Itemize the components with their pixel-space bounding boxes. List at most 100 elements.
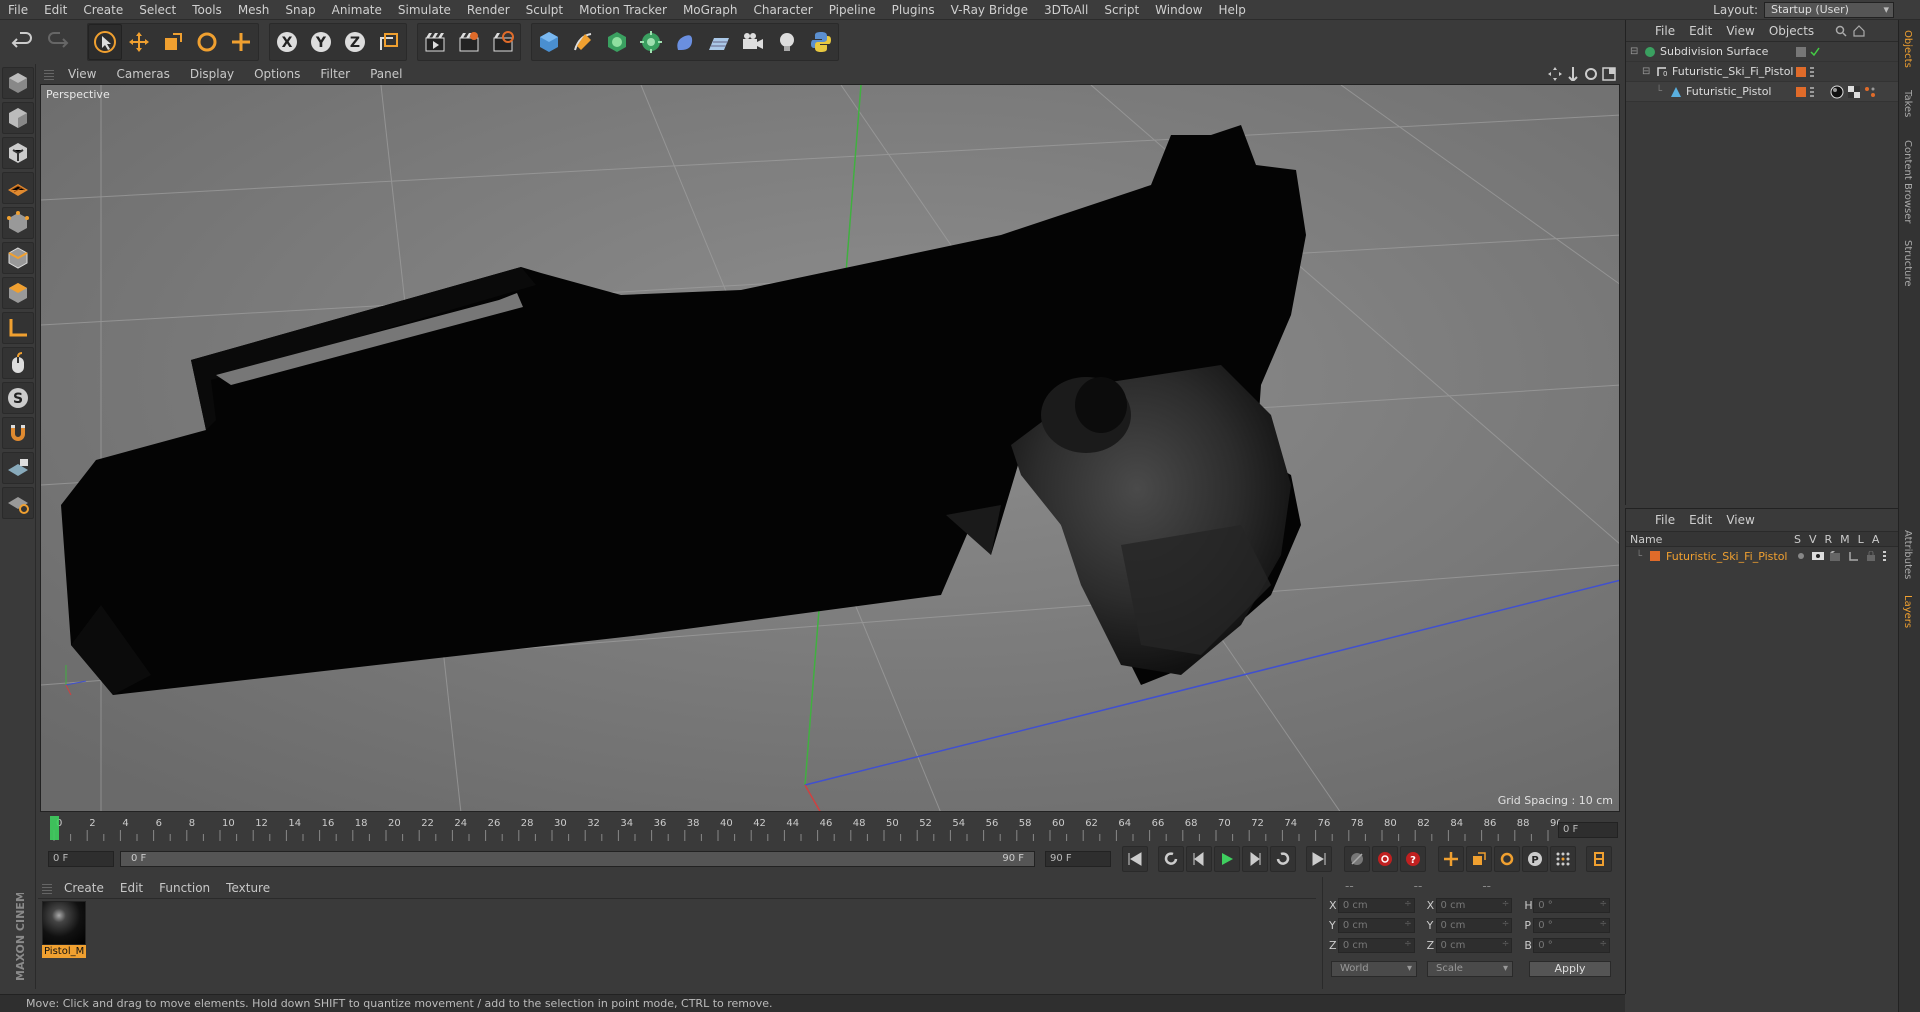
menu-edit[interactable]: Edit [36,0,75,20]
prev-key-button[interactable] [1158,846,1184,872]
home-icon[interactable] [1853,24,1865,37]
layer-col-animation[interactable]: A [1872,533,1880,546]
start-frame-field[interactable]: 0 F [48,851,114,867]
current-frame-field[interactable]: 0 F [1558,822,1618,838]
rotation-h-field[interactable]: 0 ° [1533,897,1611,913]
workplane-button[interactable] [2,172,34,204]
animation-icon[interactable] [1882,551,1888,561]
editor-visibility-toggle[interactable] [1796,47,1806,57]
live-select-button[interactable] [224,24,258,60]
material-menu-create[interactable]: Create [56,881,112,895]
edges-mode-button[interactable] [2,242,34,274]
panel-grip[interactable] [44,68,54,80]
tab-attributes[interactable]: Attributes [1902,530,1913,579]
menu-animate[interactable]: Animate [324,0,390,20]
planar-workplane-button[interactable] [2,487,34,519]
menu-script[interactable]: Script [1096,0,1147,20]
mograph-cloner-button[interactable] [634,24,668,60]
viewport-menu-panel[interactable]: Panel [360,67,412,81]
auto-key-button[interactable]: ? [1400,846,1426,872]
menu-tools[interactable]: Tools [184,0,230,20]
collapse-icon[interactable]: ⊟ [1642,66,1652,77]
eye-icon[interactable] [1812,551,1824,561]
key-rotation-button[interactable] [1494,846,1520,872]
menu-select[interactable]: Select [131,0,184,20]
light-button[interactable] [770,24,804,60]
menu-create[interactable]: Create [75,0,131,20]
go-to-start-button[interactable] [1122,846,1148,872]
coordinate-system-button[interactable] [372,24,406,60]
layer-row[interactable]: └ Futuristic_Ski_Fi_Pistol [1626,547,1898,565]
deformer-button[interactable] [668,24,702,60]
search-icon[interactable] [1835,25,1847,37]
scale-tool-button[interactable] [156,24,190,60]
layout-dropdown[interactable]: Startup (User) [1764,2,1894,18]
material-list[interactable]: Pistol_M [38,899,1316,989]
objects-menu-file[interactable]: File [1648,24,1682,38]
python-button[interactable] [804,24,838,60]
menu-vray-bridge[interactable]: V-Ray Bridge [943,0,1036,20]
material-item[interactable]: Pistol_M [42,901,86,959]
objects-menu-view[interactable]: View [1719,24,1761,38]
menu-simulate[interactable]: Simulate [390,0,459,20]
checker-texture-tag-icon[interactable] [1848,86,1860,98]
coordinate-space-dropdown[interactable]: World [1331,961,1417,977]
menu-motion-tracker[interactable]: Motion Tracker [571,0,675,20]
model-mode-button[interactable] [2,102,34,134]
timeline-ruler[interactable]: 0 2 4 6 8 10 12 14 16 18 20 22 24 26 28 30 32 34 36 38 40 42 4… [50,814,1560,842]
next-frame-button[interactable] [1242,846,1268,872]
apply-button[interactable]: Apply [1529,961,1611,977]
viewport-menu-display[interactable]: Display [180,67,244,81]
tweak-mode-button[interactable] [2,347,34,379]
layer-col-manager[interactable]: M [1840,533,1850,546]
texture-mode-button[interactable] [2,137,34,169]
next-key-button[interactable] [1270,846,1296,872]
record-disabled-button[interactable] [1344,846,1370,872]
layer-color-swatch[interactable] [1796,87,1806,97]
tab-takes[interactable]: Takes [1902,90,1913,117]
render-icon[interactable] [1830,551,1842,561]
play-button[interactable] [1214,846,1240,872]
layers-menu-file[interactable]: File [1648,513,1682,527]
timeline-window-button[interactable] [1586,846,1612,872]
rotation-p-field[interactable]: 0 ° [1533,917,1611,933]
pen-spline-button[interactable] [566,24,600,60]
end-frame-field[interactable]: 90 F [1045,851,1111,867]
panel-grip[interactable] [42,881,52,894]
objects-menu-edit[interactable]: Edit [1682,24,1719,38]
record-button[interactable] [1372,846,1398,872]
object-row-futuristic-pistol[interactable]: └ Futuristic_Pistol [1626,82,1898,102]
undo-button[interactable] [6,24,40,60]
subdivision-button[interactable] [600,24,634,60]
size-y-field[interactable]: 0 cm [1435,917,1513,933]
viewport-menu-options[interactable]: Options [244,67,310,81]
move-tool-button[interactable] [122,24,156,60]
checkmark-icon[interactable] [1810,47,1820,57]
uvw-tag-icon[interactable] [1864,86,1876,98]
viewport-menu-view[interactable]: View [58,67,106,81]
z-axis-lock-button[interactable]: Z [338,24,372,60]
lock-workplane-button[interactable] [2,452,34,484]
layer-col-visible[interactable]: V [1809,533,1817,546]
snap-button[interactable] [2,417,34,449]
x-axis-lock-button[interactable]: X [270,24,304,60]
material-tag-icon[interactable] [1830,85,1844,99]
pan-icon[interactable] [1548,67,1562,81]
layer-col-locked[interactable]: L [1858,533,1864,546]
tab-layers[interactable]: Layers [1902,595,1913,628]
visibility-dots[interactable] [1810,67,1814,77]
position-z-field[interactable]: 0 cm [1337,937,1415,953]
size-x-field[interactable]: 0 cm [1435,897,1513,913]
menu-mesh[interactable]: Mesh [230,0,278,20]
objects-menu-objects[interactable]: Objects [1762,24,1821,38]
material-menu-function[interactable]: Function [151,881,218,895]
select-tool-button[interactable] [88,24,122,60]
menu-pipeline[interactable]: Pipeline [821,0,884,20]
size-mode-dropdown[interactable]: Scale [1427,961,1513,977]
floor-button[interactable] [702,24,736,60]
menu-snap[interactable]: Snap [277,0,323,20]
collapse-icon[interactable]: ⊟ [1630,46,1640,57]
layer-color-swatch[interactable] [1796,67,1806,77]
playhead[interactable] [50,816,59,840]
visibility-dots[interactable] [1810,87,1814,97]
